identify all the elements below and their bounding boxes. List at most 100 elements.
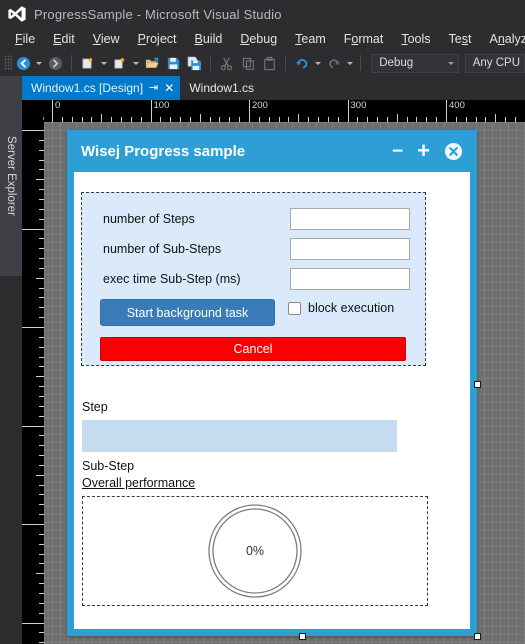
input-panel: number of Steps number of Sub-Steps exec…	[81, 192, 426, 366]
overall-performance-link[interactable]: Overall performance	[82, 476, 195, 490]
sidebar-item-label: Server Explorer	[5, 136, 17, 216]
ruler-tick	[249, 100, 250, 122]
minimize-button[interactable]: −	[392, 142, 403, 161]
solution-configuration-combo[interactable]: Debug	[371, 53, 459, 73]
window-title: ProgressSample - Microsoft Visual Studio	[34, 6, 282, 22]
gauge-percent-label: 0%	[245, 544, 265, 558]
cut-icon[interactable]	[217, 52, 236, 74]
new-project-dropdown-icon[interactable]	[99, 52, 108, 74]
wisej-form[interactable]: Wisej Progress sample − + number of Step…	[67, 130, 477, 636]
close-circle-icon[interactable]	[444, 142, 463, 161]
menu-item-project[interactable]: Project	[129, 28, 186, 50]
chevron-down-icon	[447, 61, 454, 65]
step-label: Step	[82, 400, 108, 414]
ruler-label: 400	[449, 100, 465, 111]
tab-window1-design[interactable]: Window1.cs [Design] ⇥ ✕	[22, 76, 181, 100]
ruler-tick	[199, 114, 201, 122]
ruler-tick	[298, 114, 300, 122]
undo-dropdown-icon[interactable]	[314, 52, 323, 74]
gauge-panel: 0%	[82, 496, 428, 606]
menu-item-format[interactable]: Format	[335, 28, 393, 50]
navigate-backward-dropdown-icon[interactable]	[35, 52, 44, 74]
ruler-corner: 0	[22, 100, 51, 122]
solution-configuration-value: Debug	[379, 57, 414, 69]
visual-studio-logo-icon	[0, 0, 34, 28]
ruler-label: 400	[22, 527, 23, 543]
input-number-of-sub-steps[interactable]	[290, 238, 410, 260]
save-all-icon[interactable]	[185, 52, 204, 74]
undo-icon[interactable]	[292, 52, 311, 74]
title-bar: ProgressSample - Microsoft Visual Studio	[0, 0, 525, 28]
ruler-label: 500	[22, 626, 23, 642]
resize-handle-bottom-center[interactable]	[299, 633, 306, 640]
wisej-form-body: number of Steps number of Sub-Steps exec…	[74, 172, 470, 629]
start-background-task-button[interactable]: Start background task	[100, 299, 275, 326]
pin-icon[interactable]: ⇥	[149, 82, 158, 94]
solution-platform-combo[interactable]: Any CPU	[464, 53, 525, 73]
resize-handle-middle-right[interactable]	[474, 381, 481, 388]
maximize-button[interactable]: +	[417, 140, 430, 162]
ruler-tick	[22, 327, 44, 328]
navigate-forward-icon[interactable]	[46, 52, 65, 74]
toolbar-grip[interactable]	[4, 55, 12, 71]
resize-handle-bottom-right[interactable]	[474, 633, 481, 640]
ruler-label: 200	[22, 330, 23, 346]
menu-item-view[interactable]: View	[84, 28, 129, 50]
ruler-label: 100	[22, 232, 23, 248]
menu-item-team[interactable]: Team	[286, 28, 335, 50]
new-item-icon[interactable]	[110, 52, 129, 74]
block-execution-checkbox-wrapper[interactable]: block execution	[288, 301, 394, 315]
input-number-of-steps[interactable]	[290, 208, 410, 230]
paste-icon[interactable]	[260, 52, 279, 74]
sidebar-item-server-explorer[interactable]: Server Explorer	[0, 76, 22, 276]
menu-item-build[interactable]: Build	[186, 28, 232, 50]
ruler-tick	[36, 474, 44, 476]
toolbar-separator-2	[210, 55, 212, 71]
circular-progress-gauge: 0%	[206, 502, 304, 600]
menu-item-analyze[interactable]: Analyze	[480, 28, 525, 50]
menu-item-tools[interactable]: Tools	[392, 28, 439, 50]
block-execution-label: block execution	[308, 301, 395, 315]
toolbar-separator-4	[360, 55, 362, 71]
solution-platform-value: Any CPU	[472, 57, 520, 69]
visual-studio-window: ProgressSample - Microsoft Visual Studio…	[0, 0, 525, 644]
navigate-backward-icon[interactable]	[14, 52, 33, 74]
horizontal-ruler: 0 100 200 300 400	[44, 100, 525, 122]
tab-window1-code[interactable]: Window1.cs	[180, 76, 260, 100]
ruler-tick	[36, 573, 44, 575]
ruler-tick	[36, 277, 44, 279]
close-icon[interactable]: ✕	[164, 82, 174, 94]
block-execution-checkbox[interactable]	[288, 301, 301, 315]
copy-icon[interactable]	[239, 52, 258, 74]
ruler-tick	[101, 114, 103, 122]
toolbar-separator	[71, 55, 73, 71]
new-project-icon[interactable]	[78, 52, 97, 74]
new-item-dropdown-icon[interactable]	[131, 52, 140, 74]
menu-item-test[interactable]: Test	[440, 28, 481, 50]
menu-item-file[interactable]: File	[6, 28, 44, 50]
label-exec-time-sub-step: exec time Sub-Step (ms)	[103, 272, 241, 286]
menu-item-debug[interactable]: Debug	[231, 28, 286, 50]
ruler-label: 200	[252, 100, 268, 111]
ruler-tick	[22, 425, 44, 427]
menu-item-edit[interactable]: Edit	[44, 28, 84, 50]
ruler-tick	[52, 100, 53, 122]
ruler-label: 300	[22, 429, 23, 445]
ruler-tick	[36, 376, 44, 378]
wisej-form-title: Wisej Progress sample	[81, 142, 246, 160]
ruler-tick	[22, 622, 44, 624]
standard-toolbar: Debug Any CPU	[0, 50, 525, 76]
save-icon[interactable]	[164, 52, 183, 74]
redo-dropdown-icon[interactable]	[346, 52, 355, 74]
open-file-icon[interactable]	[142, 52, 161, 74]
ruler-label: 0	[55, 100, 61, 111]
wisej-form-titlebar: Wisej Progress sample − +	[67, 130, 477, 172]
ruler-tick	[36, 179, 44, 181]
step-progress-bar	[82, 420, 397, 452]
label-number-of-steps: number of Steps	[103, 212, 195, 226]
input-exec-time-sub-step[interactable]	[290, 268, 410, 290]
redo-icon[interactable]	[324, 52, 343, 74]
ruler-label: 0	[22, 133, 23, 138]
design-canvas[interactable]: Wisej Progress sample − + number of Step…	[44, 122, 525, 644]
cancel-button[interactable]: Cancel	[100, 337, 406, 361]
